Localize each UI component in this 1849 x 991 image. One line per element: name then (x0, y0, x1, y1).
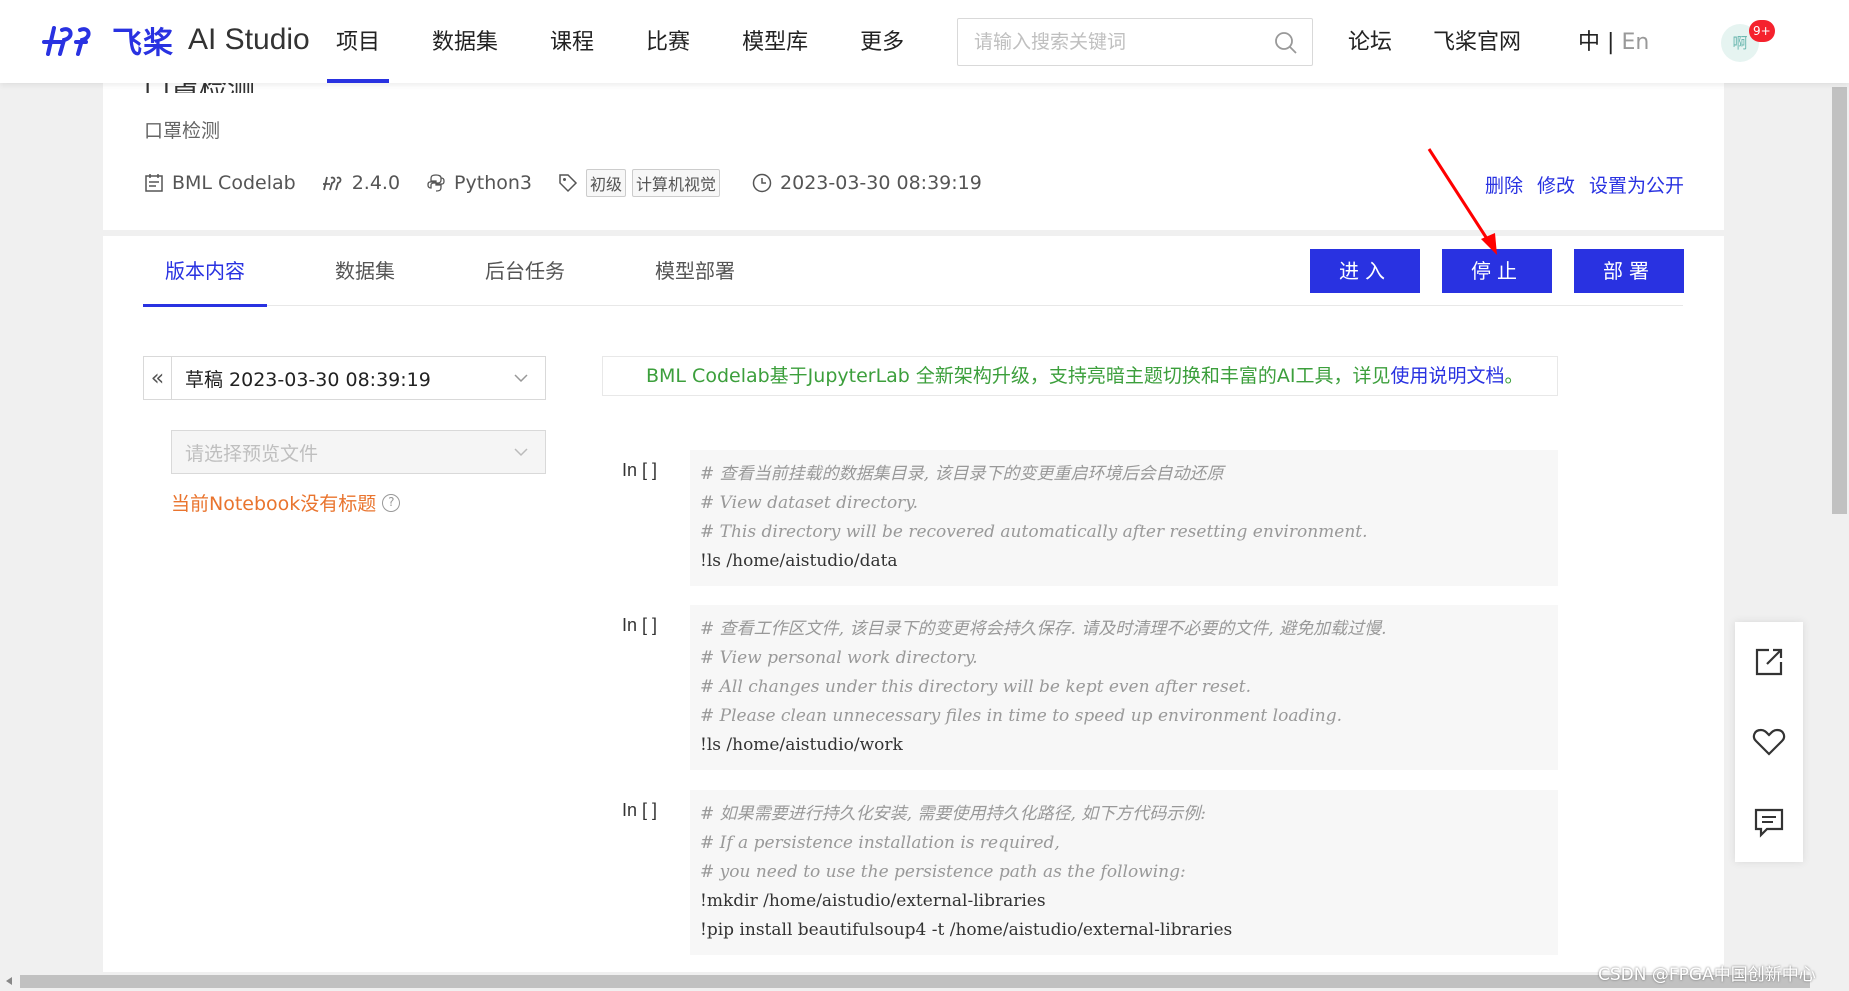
search-input[interactable] (958, 19, 1258, 65)
vertical-scroll-thumb[interactable] (1832, 87, 1847, 514)
version-selected: 草稿 2023-03-30 08:39:19 (185, 368, 431, 391)
nav-paddle-official[interactable]: 飞桨官网 (1433, 0, 1521, 83)
heart-icon (1752, 728, 1786, 756)
code-comment: # If a persistence installation is requi… (700, 833, 1060, 853)
lang-separator: | (1607, 30, 1615, 55)
meta-env: BML Codelab (144, 172, 296, 194)
annotation-arrow (1427, 148, 1497, 255)
nav-courses[interactable]: 课程 (524, 0, 620, 83)
code-comment: # 查看工作区文件, 该目录下的变更将会持久保存. 请及时清理不必要的文件, 避… (700, 619, 1387, 639)
meta-framework: 2.4.0 (322, 172, 400, 194)
nav-competitions[interactable]: 比赛 (620, 0, 716, 83)
share-icon (1755, 648, 1783, 676)
brand-en: AI Studio (188, 23, 310, 56)
meta-env-label: BML Codelab (172, 172, 296, 194)
brand-cn: 飞桨 (112, 26, 174, 61)
banner-tail: 。 (1504, 365, 1524, 387)
tab-datasets[interactable]: 数据集 (313, 236, 417, 306)
meta-created-time: 2023-03-30 08:39:19 (780, 172, 982, 194)
codelab-banner: BML Codelab基于JupyterLab 全新架构升级，支持亮暗主题切换和… (602, 356, 1558, 396)
code-comment: # View personal work directory. (700, 648, 978, 668)
code-comment: # 如果需要进行持久化安装, 需要使用持久化路径, 如下方代码示例: (700, 804, 1206, 824)
search-box (957, 18, 1313, 66)
code-comment: # View dataset directory. (700, 493, 919, 513)
preview-file-select[interactable]: 请选择预览文件 (171, 430, 546, 474)
code-comment: # Please clean unnecessary files in time… (700, 706, 1343, 726)
project-content: 版本内容 数据集 后台任务 模型部署 进入 停止 部署 « 草稿 2023-03… (103, 236, 1724, 991)
meta-language: Python3 (426, 172, 532, 194)
meta-framework-version: 2.4.0 (351, 172, 401, 194)
collapse-sidebar-icon[interactable]: « (144, 357, 172, 399)
notebook-icon (145, 174, 163, 192)
tag-domain: 计算机视觉 (632, 169, 721, 197)
comment-icon (1754, 808, 1784, 838)
code-comment: # you need to use the persistence path a… (700, 862, 1186, 882)
main-nav: 项目 数据集 课程 比赛 模型库 更多 (310, 0, 930, 83)
cell-code[interactable]: # 如果需要进行持久化安装, 需要使用持久化路径, 如下方代码示例: # If … (690, 790, 1558, 955)
code-line: !ls /home/aistudio/data (700, 551, 898, 571)
paddle-icon (322, 176, 342, 191)
tag-level: 初级 (586, 169, 627, 197)
cell-label: In [ ] (622, 615, 658, 635)
cell-label: In [ ] (622, 460, 658, 480)
deploy-button[interactable]: 部署 (1574, 249, 1684, 293)
meta-language-label: Python3 (454, 172, 532, 194)
chevron-down-icon (514, 448, 528, 457)
top-navigation: 飞桨 AI Studio 项目 数据集 课程 比赛 模型库 更多 论坛 飞桨官网… (0, 0, 1849, 83)
scroll-left-icon[interactable] (4, 976, 14, 986)
comment-button[interactable] (1735, 782, 1803, 862)
nav-model-zoo[interactable]: 模型库 (716, 0, 834, 83)
favorite-button[interactable] (1735, 702, 1803, 782)
paddle-logo[interactable]: 飞桨 AI Studio (40, 18, 310, 62)
cell-code[interactable]: # 查看当前挂载的数据集目录, 该目录下的变更重启环境后会自动还原 # View… (690, 450, 1558, 586)
code-line: !mkdir /home/aistudio/external-libraries (700, 891, 1046, 911)
vertical-scrollbar[interactable] (1830, 0, 1849, 991)
tab-model-deploy[interactable]: 模型部署 (633, 236, 757, 306)
code-comment: # 查看当前挂载的数据集目录, 该目录下的变更重启环境后会自动还原 (700, 464, 1224, 484)
meta-created: 2023-03-30 08:39:19 (752, 172, 982, 194)
code-comment: # All changes under this directory will … (700, 677, 1251, 697)
version-select[interactable]: « 草稿 2023-03-30 08:39:19 (143, 356, 546, 400)
nav-more[interactable]: 更多 (834, 0, 930, 83)
python-icon (427, 174, 445, 192)
lang-en[interactable]: En (1621, 30, 1649, 55)
horizontal-scroll-thumb[interactable] (20, 975, 1810, 988)
paddle-logo-icon (42, 26, 91, 56)
notification-badge: 9+ (1749, 20, 1775, 42)
meta-tags: 初级 计算机视觉 (558, 169, 726, 197)
cell-code[interactable]: # 查看工作区文件, 该目录下的变更将会持久保存. 请及时清理不必要的文件, 避… (690, 605, 1558, 770)
project-meta: BML Codelab 2.4.0 Python3 初级 计算机视觉 2023-… (144, 169, 1008, 197)
code-line: !ls /home/aistudio/work (700, 735, 903, 755)
notebook-warning-text: 当前Notebook没有标题 (171, 493, 377, 515)
help-icon[interactable]: ? (382, 493, 401, 512)
language-switch[interactable]: 中 | En (1578, 0, 1649, 86)
nav-datasets[interactable]: 数据集 (406, 0, 524, 83)
watermark: CSDN @FPGA中国创新中心 (1598, 965, 1816, 985)
notebook-no-title-warning: 当前Notebook没有标题 ? (171, 489, 401, 516)
tag-icon (559, 174, 578, 193)
code-line: !pip install beautifulsoup4 -t /home/ais… (700, 920, 1233, 940)
horizontal-scrollbar[interactable] (0, 972, 1830, 991)
nav-forum[interactable]: 论坛 (1348, 0, 1392, 83)
edit-link[interactable]: 修改 (1537, 171, 1575, 198)
banner-text: BML Codelab基于JupyterLab 全新架构升级，支持亮暗主题切换和… (646, 365, 1391, 387)
tab-background-tasks[interactable]: 后台任务 (463, 236, 587, 306)
preview-file-placeholder: 请选择预览文件 (185, 442, 319, 465)
floating-toolbar (1735, 622, 1803, 862)
clock-icon (752, 173, 772, 193)
cell-label: In [ ] (622, 800, 658, 820)
tab-version-content[interactable]: 版本内容 (143, 236, 267, 307)
project-description: 口罩检测 (144, 120, 221, 142)
nav-projects[interactable]: 项目 (310, 0, 406, 83)
chevron-down-icon (514, 374, 528, 383)
search-icon[interactable] (1274, 31, 1298, 55)
share-button[interactable] (1735, 622, 1803, 702)
code-comment: # This directory will be recovered autom… (700, 522, 1368, 542)
lang-zh[interactable]: 中 (1578, 30, 1600, 55)
banner-doc-link[interactable]: 使用说明文档 (1391, 365, 1505, 387)
enter-button[interactable]: 进入 (1310, 249, 1420, 293)
make-public-link[interactable]: 设置为公开 (1589, 171, 1684, 198)
